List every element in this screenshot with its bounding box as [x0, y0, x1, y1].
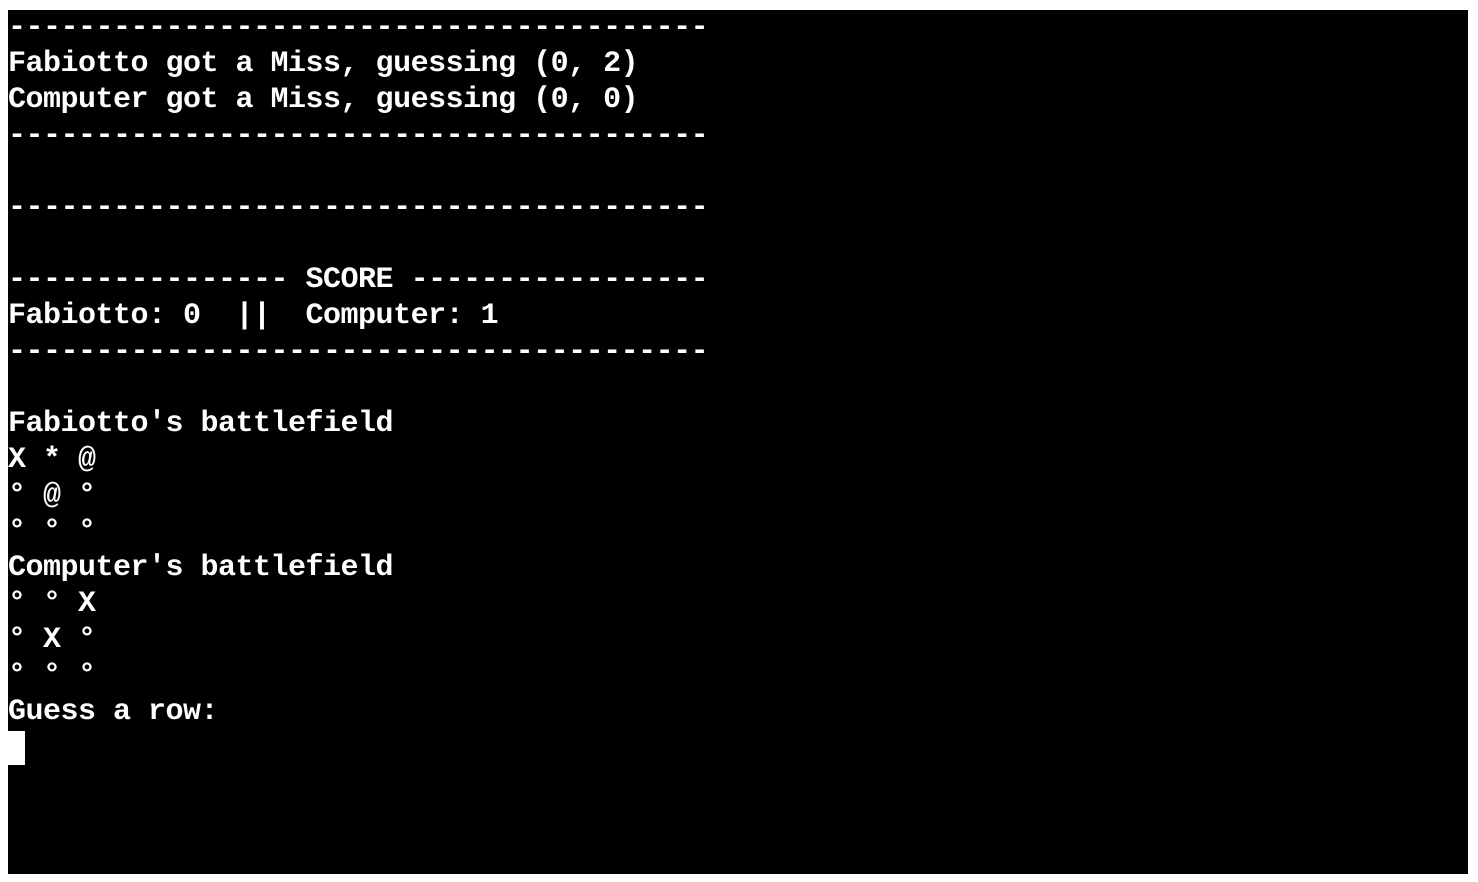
player-guess-result: Fabiotto got a Miss, guessing (0, 2): [8, 47, 639, 81]
computer-guess-result: Computer got a Miss, guessing (0, 0): [8, 83, 639, 117]
computer-battlefield-title: Computer's battlefield: [8, 551, 394, 585]
separator-line: ----------------------------------------: [8, 119, 709, 153]
player-board-row: X * @: [8, 443, 96, 477]
terminal-window[interactable]: ----------------------------------------…: [8, 10, 1468, 874]
player-board-row: ° ° °: [8, 515, 96, 549]
text-cursor[interactable]: [8, 731, 25, 765]
separator-line: ----------------------------------------: [8, 335, 709, 369]
computer-board-row: ° ° °: [8, 659, 96, 693]
separator-line: ----------------------------------------: [8, 11, 709, 45]
computer-board-row: ° X °: [8, 623, 96, 657]
score-header: ---------------- SCORE -----------------: [8, 263, 709, 297]
player-board-row: ° @ °: [8, 479, 96, 513]
separator-line: ----------------------------------------: [8, 191, 709, 225]
player-battlefield-title: Fabiotto's battlefield: [8, 407, 394, 441]
computer-board-row: ° ° X: [8, 587, 96, 621]
score-line: Fabiotto: 0 || Computer: 1: [8, 299, 499, 333]
input-prompt: Guess a row:: [8, 695, 219, 729]
